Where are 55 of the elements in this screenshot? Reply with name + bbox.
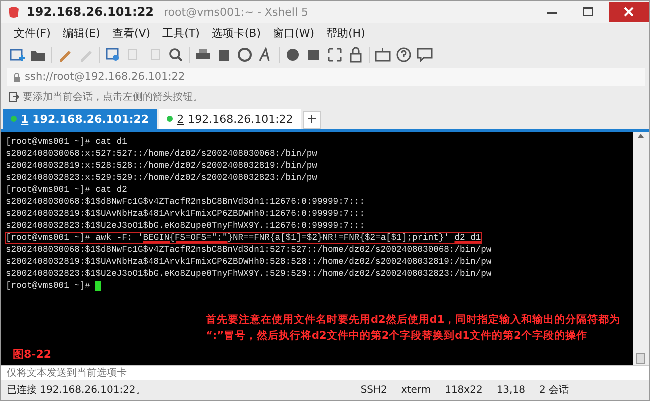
annotation-text: 首先要注意在使用文件名时要先用d2然后使用d1，同时指定输入和输出的分隔符都为 [206,312,621,328]
scroll-thumb[interactable] [636,353,646,365]
hint-text: 要添加当前会话，点击左侧的箭头按钮。 [23,90,203,104]
menu-item[interactable]: 查看(V) [107,24,156,42]
sessions-status: 2 会话 [539,384,569,397]
window-host: 192.168.26.101:22 [27,5,154,19]
terminal-cursor [95,280,102,291]
terminal-command-line: [root@vms001 ~]# cat d1 [6,136,128,148]
session-tab[interactable]: 1 192.168.26.101:22 [3,109,158,129]
scroll-up-icon[interactable] [637,132,645,140]
menu-item[interactable]: 文件(F) [9,24,56,42]
plus-icon [308,115,316,123]
annotation-text: “:”冒号，然后执行将d2文件中的第2个字段替换到d1文件的第2个字段的操作 [206,328,588,344]
size-status: 118x22 [445,384,483,396]
menu-item[interactable]: 编辑(E) [58,24,106,42]
terminal-output-line: s2002408032823:$1$U2eJ3oO1$bG.eKo8Zupe0TnyFhWX9Y.:12676:0:99999:7::: [6,220,366,232]
terminal-prompt: [root@vms001 ~]# [6,281,90,291]
terminal-output-line: s2002408032819:$1$UAvNbHza$481Arvk1FmixCP6ZBDWHh0:12676:0:99999:7::: [6,208,366,220]
cursor-position-status: 13,18 [496,384,526,396]
terminal-type-status: xterm [401,384,432,396]
new-session-icon[interactable] [9,47,25,63]
app-logo-icon [7,5,21,19]
search-icon[interactable] [168,47,184,63]
menu-item[interactable]: 帮助(H) [322,24,370,42]
terminal-output-line: s2002408032823:x:529:529::/home/dz02/s2002408032823:/bin/pw [6,172,318,184]
window-title: root@vms001:~ - Xshell 5 [164,6,309,18]
properties-icon[interactable] [105,47,121,63]
send-text-field[interactable]: 仅将文本发送到当前选项卡 [1,365,649,380]
address-text: ssh://root@192.168.26.101:22 [25,71,186,83]
session-tab[interactable]: 2 192.168.26.101:22 [159,109,302,129]
terminal-output-line: s2002408032823:$1$U2eJ3oO1$bG.eKo8Zupe0TnyFhWX9Y.:529:529::/home/dz02/s2002408032823:/bin/pw [6,268,493,280]
terminal-output-line: s2002408032819:x:528:528::/home/dz02/s2002408032819:/bin/pw [6,160,318,172]
help-icon[interactable] [396,47,412,63]
terminal-output-line: s2002408032819:$1$UAvNbHza$481Arvk1FmixCP6ZBDWHh0:528:528::/home/dz02/s2002408032819:/bin/pw [6,256,493,268]
close-button[interactable] [609,2,649,22]
close-icon [624,7,634,17]
menu-item[interactable]: 选项卡(B) [206,24,266,42]
protocol-status: SSH2 [360,384,388,396]
terminal-output-line: s2002408030068:x:527:527::/home/dz02/s2002408030068:/bin/pw [6,148,318,160]
add-tab-button[interactable] [303,111,322,129]
address-field[interactable]: ssh://root@192.168.26.101:22 [7,68,645,86]
terminal-output-line: s2002408030068:$1$d8NwFc1G$v4ZTacfR2nsbC8BnVd3dn1:12676:0:99999:7::: [6,196,366,208]
chat-icon[interactable] [417,47,433,63]
figure-label: 图8-22 [13,349,52,361]
terminal-command-line: [root@vms001 ~]# cat d2 [6,184,128,196]
menu-item[interactable]: 工具(T) [158,24,205,42]
lock-icon[interactable] [348,47,364,63]
highlighted-command-line: [root@vms001 ~]# awk -F: 'BEGIN{FS=OFS=":"}NR==FNR{a[$1]=$2}NR!=FNR{$2=a[$1];print}' d2 d1 [6,233,482,243]
scrollbar[interactable] [633,132,649,365]
maximize-icon [583,7,593,17]
fullscreen-icon[interactable] [327,47,343,63]
lock-icon [13,72,21,82]
connection-status: 已连接 192.168.26.101:22。 [7,384,146,397]
terminal-output-line: s2002408030068:$1$d8NwFc1G$v4ZTacfR2nsbC8BnVd3dn1:527:527::/home/dz02/s2002408030068:/bin/pw [6,244,493,256]
menu-item[interactable]: 窗口(W) [268,24,320,42]
